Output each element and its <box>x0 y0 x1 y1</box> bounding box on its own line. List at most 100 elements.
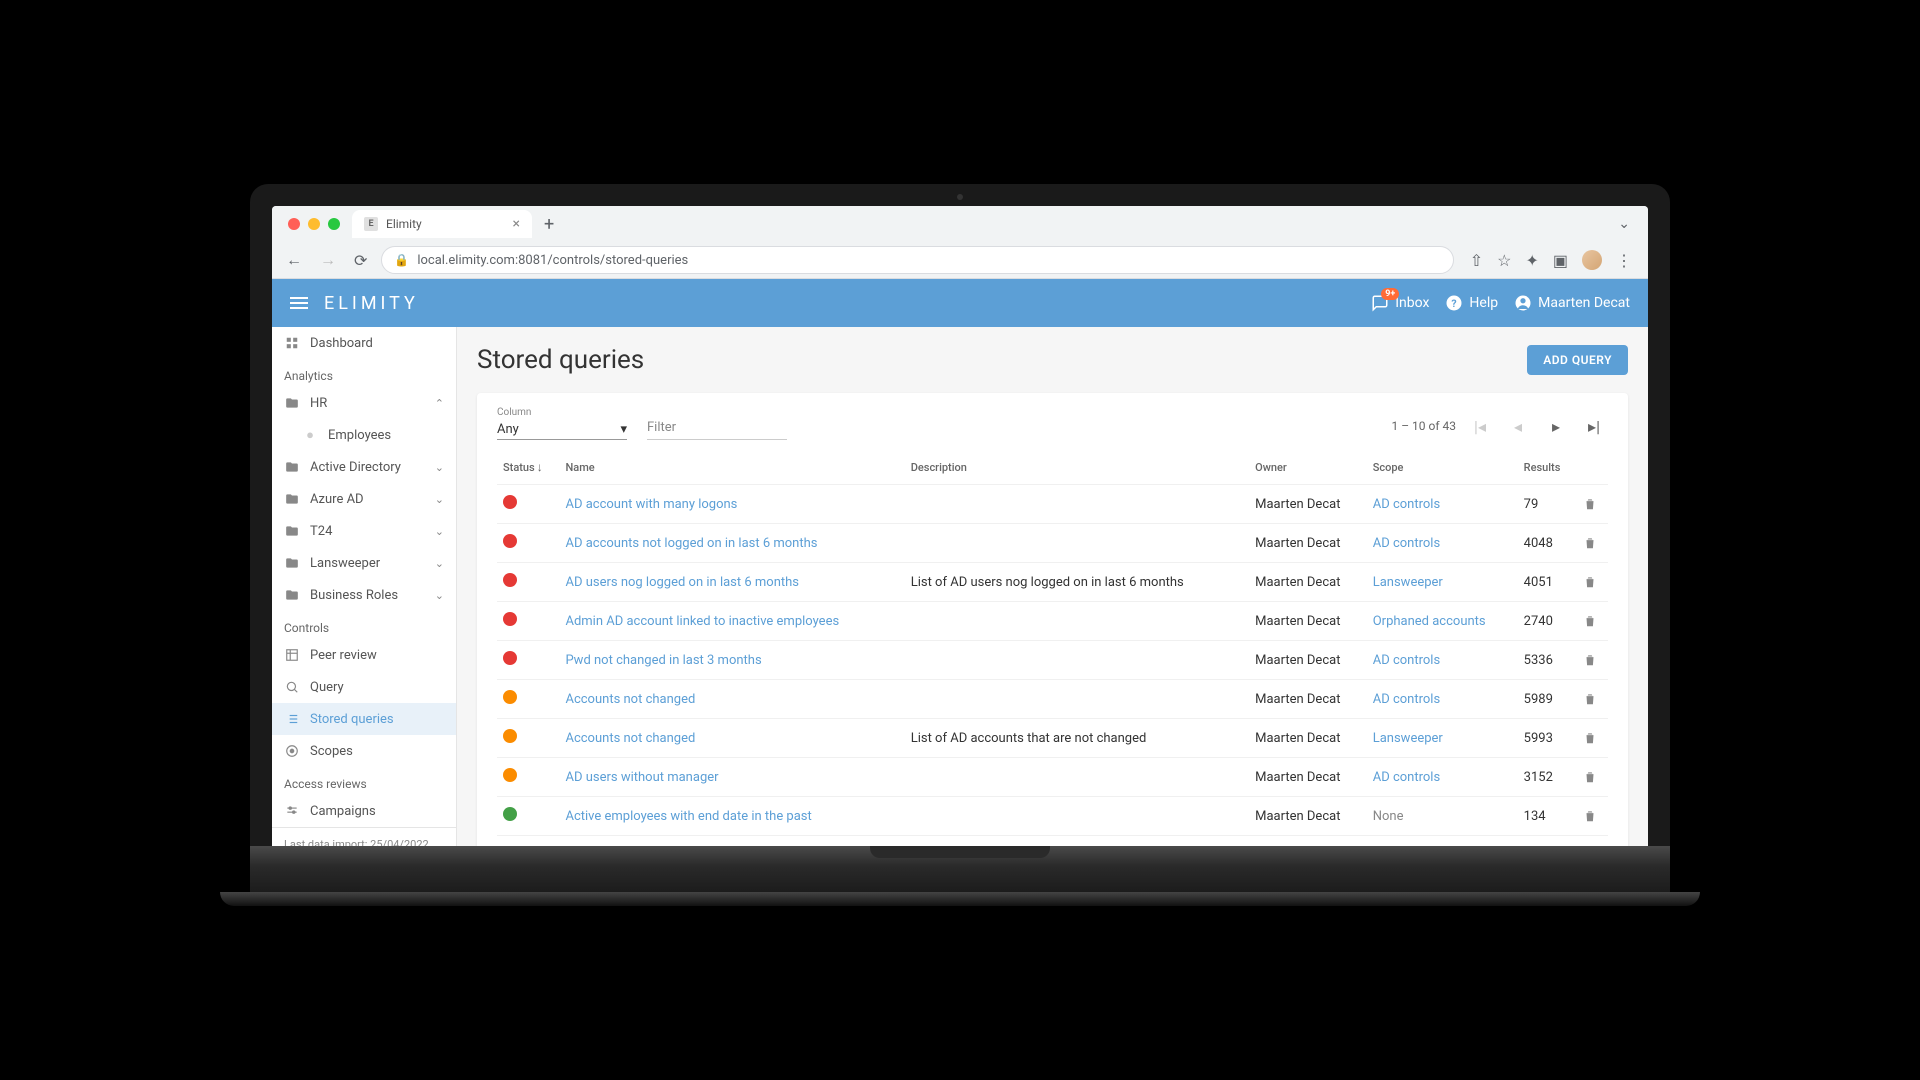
sidebar-item-t24[interactable]: T24 ⌄ <box>272 515 456 547</box>
col-owner[interactable]: Owner <box>1249 450 1367 485</box>
scope-link[interactable]: AD controls <box>1373 692 1440 707</box>
query-name-link[interactable]: AD users without manager <box>565 770 718 785</box>
sidebar-item-campaigns[interactable]: Campaigns <box>272 795 456 827</box>
add-query-button[interactable]: ADD QUERY <box>1527 345 1628 375</box>
scope-link[interactable]: Orphaned accounts <box>1373 614 1486 629</box>
table-row[interactable]: AD accounts not logged on in last 6 mont… <box>497 524 1608 563</box>
delete-icon[interactable] <box>1583 575 1602 589</box>
profile-avatar[interactable] <box>1582 250 1602 270</box>
last-page-button[interactable]: ▸| <box>1580 412 1608 440</box>
table-row[interactable]: Admin AD account linked to inactive empl… <box>497 602 1608 641</box>
sidebar-item-active-directory[interactable]: Active Directory ⌄ <box>272 451 456 483</box>
delete-icon[interactable] <box>1583 497 1602 511</box>
col-status[interactable]: Status↓ <box>497 450 559 485</box>
query-name-link[interactable]: AD accounts not logged on in last 6 mont… <box>565 536 817 551</box>
sidebar-item-azure-ad[interactable]: Azure AD ⌄ <box>272 483 456 515</box>
col-description[interactable]: Description <box>905 450 1249 485</box>
column-select[interactable]: Column Any ▾ <box>497 407 627 440</box>
filter-input[interactable] <box>647 416 787 440</box>
sidebar-item-scopes[interactable]: Scopes <box>272 735 456 767</box>
next-page-button[interactable]: ▸ <box>1542 412 1570 440</box>
delete-icon[interactable] <box>1583 770 1602 784</box>
help-button[interactable]: ? Help <box>1445 294 1498 312</box>
close-window-icon[interactable] <box>288 218 300 230</box>
extensions-icon[interactable]: ✦ <box>1525 251 1538 270</box>
query-name-link[interactable]: AD users nog logged on in last 6 months <box>565 575 799 590</box>
sidebar-item-stored-queries[interactable]: Stored queries <box>272 703 456 735</box>
menu-toggle-button[interactable] <box>290 297 308 309</box>
bookmark-icon[interactable]: ☆ <box>1497 251 1511 270</box>
url-input[interactable]: 🔒 local.elimity.com:8081/controls/stored… <box>381 246 1453 274</box>
table-row[interactable]: AD users with many linked groupsList of … <box>497 836 1608 847</box>
scope-link[interactable]: AD controls <box>1373 536 1440 551</box>
table-row[interactable]: AD account with many logonsMaarten Decat… <box>497 485 1608 524</box>
delete-icon[interactable] <box>1583 653 1602 667</box>
sidebar-item-business-roles[interactable]: Business Roles ⌄ <box>272 579 456 611</box>
sidebar-item-label: Peer review <box>310 648 377 663</box>
chevron-down-icon: ⌄ <box>435 525 444 538</box>
scope-link[interactable]: AD controls <box>1373 653 1440 668</box>
close-tab-icon[interactable]: × <box>513 216 520 232</box>
query-results: 5336 <box>1518 641 1577 680</box>
delete-icon[interactable] <box>1583 692 1602 706</box>
reload-button[interactable]: ⟳ <box>350 251 371 270</box>
table-row[interactable]: Accounts not changedList of AD accounts … <box>497 719 1608 758</box>
first-page-button[interactable]: |◂ <box>1466 412 1494 440</box>
sidebar-item-lansweeper[interactable]: Lansweeper ⌄ <box>272 547 456 579</box>
forward-button[interactable]: → <box>316 250 340 270</box>
minimize-window-icon[interactable] <box>308 218 320 230</box>
panel-icon[interactable]: ▣ <box>1553 251 1568 270</box>
table-row[interactable]: AD users nog logged on in last 6 months L… <box>497 563 1608 602</box>
menu-icon[interactable]: ⋮ <box>1616 251 1632 270</box>
dashboard-icon <box>284 335 300 351</box>
delete-icon[interactable] <box>1583 809 1602 823</box>
sliders-icon <box>284 803 300 819</box>
prev-page-button[interactable]: ◂ <box>1504 412 1532 440</box>
sidebar-item-peer-review[interactable]: Peer review <box>272 639 456 671</box>
scope-link[interactable]: Lansweeper <box>1373 731 1443 746</box>
col-name[interactable]: Name <box>559 450 904 485</box>
browser-tab[interactable]: E Elimity × <box>352 210 532 238</box>
sidebar-footer: Last data import: 25/04/2022, 13:04 <box>272 827 456 846</box>
delete-icon[interactable] <box>1583 536 1602 550</box>
query-owner: Maarten Decat <box>1249 641 1367 680</box>
col-results[interactable]: Results <box>1518 450 1577 485</box>
scope-link[interactable]: AD controls <box>1373 497 1440 512</box>
sidebar-item-dashboard[interactable]: Dashboard <box>272 327 456 359</box>
query-name-link[interactable]: Active employees with end date in the pa… <box>565 809 811 824</box>
user-menu[interactable]: Maarten Decat <box>1514 294 1630 312</box>
query-name-link[interactable]: Accounts not changed <box>565 731 695 746</box>
share-icon[interactable]: ⇧ <box>1470 251 1483 270</box>
query-name-link[interactable]: Pwd not changed in last 3 months <box>565 653 761 668</box>
query-name-link[interactable]: Accounts not changed <box>565 692 695 707</box>
folder-icon <box>284 459 300 475</box>
folder-icon <box>284 523 300 539</box>
sidebar-item-label: Scopes <box>310 744 353 759</box>
maximize-window-icon[interactable] <box>328 218 340 230</box>
delete-icon[interactable] <box>1583 614 1602 628</box>
query-results: 79 <box>1518 485 1577 524</box>
table-row[interactable]: Active employees with end date in the pa… <box>497 797 1608 836</box>
query-name-link[interactable]: Admin AD account linked to inactive empl… <box>565 614 839 629</box>
grid-icon <box>284 647 300 663</box>
sidebar-item-employees[interactable]: ● Employees <box>272 419 456 451</box>
query-name-link[interactable]: AD account with many logons <box>565 497 737 512</box>
table-row[interactable]: Pwd not changed in last 3 months Maarten … <box>497 641 1608 680</box>
inbox-button[interactable]: 9+ Inbox <box>1371 294 1429 312</box>
query-owner: Maarten Decat <box>1249 836 1367 847</box>
sidebar-item-label: HR <box>310 396 327 411</box>
tabs-dropdown-icon[interactable]: ⌄ <box>1618 216 1640 232</box>
status-dot <box>503 612 517 626</box>
back-button[interactable]: ← <box>282 250 306 270</box>
scope-link[interactable]: Lansweeper <box>1373 575 1443 590</box>
table-row[interactable]: Accounts not changedMaarten DecatAD cont… <box>497 680 1608 719</box>
delete-icon[interactable] <box>1583 731 1602 745</box>
page-title: Stored queries <box>477 345 644 375</box>
sidebar-item-query[interactable]: Query <box>272 671 456 703</box>
sidebar-item-hr[interactable]: HR ⌃ <box>272 387 456 419</box>
table-row[interactable]: AD users without managerMaarten DecatAD … <box>497 758 1608 797</box>
new-tab-button[interactable]: + <box>536 214 562 235</box>
window-controls <box>280 218 348 230</box>
col-scope[interactable]: Scope <box>1367 450 1518 485</box>
scope-link[interactable]: AD controls <box>1373 770 1440 785</box>
